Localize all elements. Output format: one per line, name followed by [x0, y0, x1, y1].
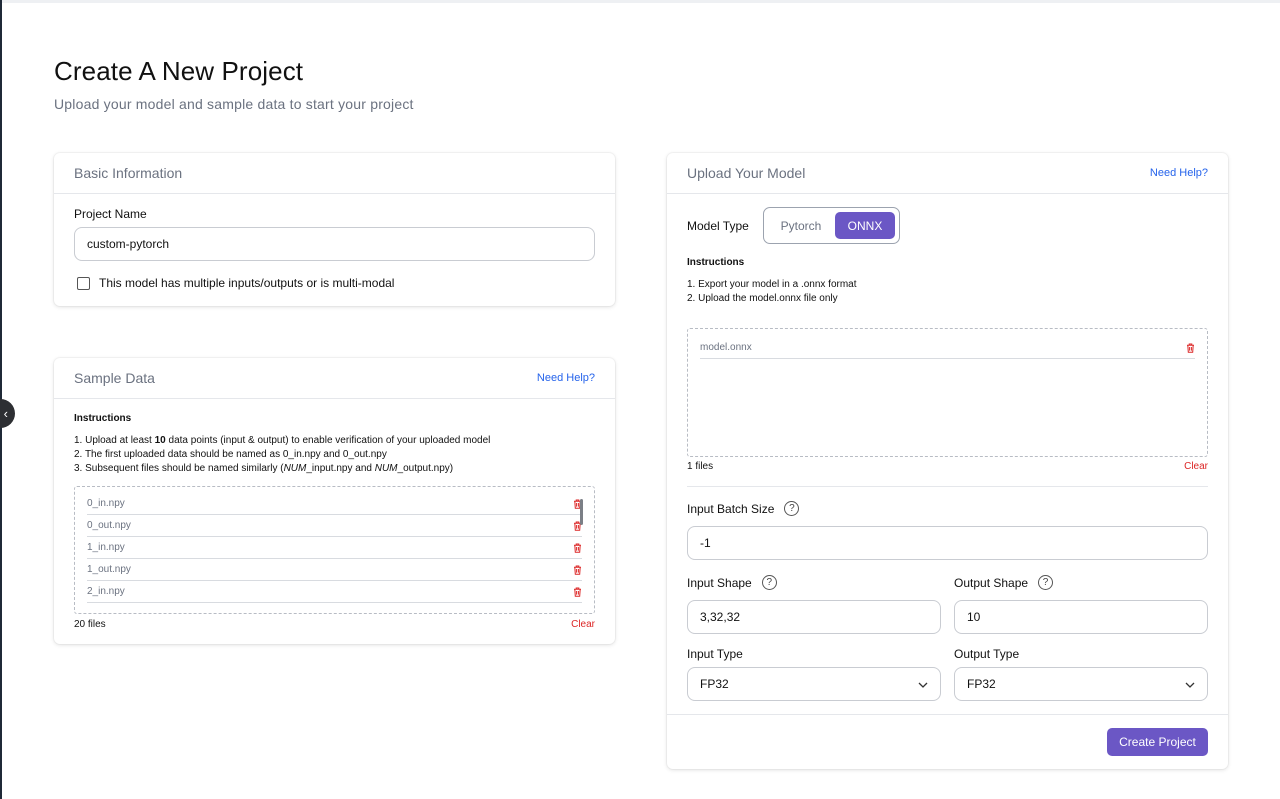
file-row: 0_out.npy: [87, 515, 582, 537]
output-shape-input[interactable]: 10: [954, 600, 1208, 634]
file-name: model.onnx: [700, 342, 752, 353]
multi-modal-row[interactable]: This model has multiple inputs/outputs o…: [77, 276, 394, 290]
input-batch-size-label-row: Input Batch Size ?: [687, 501, 800, 516]
file-name: 1_in.npy: [87, 542, 125, 553]
page-title: Create A New Project: [54, 56, 304, 86]
window-top-edge: [0, 0, 1280, 3]
card-title: Sample Data: [74, 370, 155, 386]
chevron-down-icon: [1185, 677, 1195, 691]
output-shape-value: 10: [967, 610, 981, 624]
instructions-title: Instructions: [687, 257, 745, 268]
input-shape-value: 3,32,32: [700, 610, 741, 624]
trash-icon[interactable]: [573, 543, 582, 553]
output-type-value: FP32: [967, 677, 996, 691]
files-count: 1 files: [687, 461, 714, 472]
help-icon[interactable]: ?: [784, 501, 800, 516]
page-subtitle: Upload your model and sample data to sta…: [54, 96, 414, 112]
need-help-link[interactable]: Need Help?: [1150, 167, 1208, 179]
instruction-line: 1. Export your model in a .onnx format: [687, 279, 857, 290]
footer-divider: [667, 714, 1228, 715]
input-shape-label-row: Input Shape ?: [687, 575, 777, 590]
input-shape-input[interactable]: 3,32,32: [687, 600, 941, 634]
basic-information-card: Basic Information Project Name custom-py…: [54, 153, 615, 306]
instructions-title: Instructions: [74, 413, 132, 424]
card-header: Basic Information: [54, 153, 615, 194]
chevron-down-icon: [918, 677, 928, 691]
instruction-line: 1. Upload at least 10 data points (input…: [74, 435, 491, 446]
scrollbar-thumb[interactable]: [580, 499, 583, 525]
model-type-option-onnx[interactable]: ONNX: [835, 212, 895, 239]
divider: [687, 486, 1208, 487]
file-row: model.onnx: [700, 337, 1195, 359]
input-type-label: Input Type: [687, 647, 743, 661]
instruction-line: 3. Subsequent files should be named simi…: [74, 463, 454, 474]
model-type-option-pytorch[interactable]: Pytorch: [767, 212, 835, 239]
file-row: 2_in.npy: [87, 581, 582, 603]
trash-icon[interactable]: [573, 565, 582, 575]
input-batch-size-value: -1: [700, 536, 711, 550]
input-type-value: FP32: [700, 677, 729, 691]
model-type-toggle: Pytorch ONNX: [763, 207, 900, 244]
chevron-left-icon: ‹: [3, 406, 8, 421]
trash-icon[interactable]: [573, 587, 582, 597]
input-batch-size-label: Input Batch Size: [687, 501, 775, 516]
file-name: 1_out.npy: [87, 564, 131, 575]
instructions-list: 1. Export your model in a .onnx format 2…: [687, 278, 857, 306]
instructions-list: 1. Upload at least 10 data points (input…: [74, 434, 490, 476]
file-name: 0_out.npy: [87, 520, 131, 531]
multi-modal-checkbox[interactable]: [77, 276, 90, 290]
upload-model-card: Upload Your Model Need Help? Model Type …: [667, 153, 1228, 769]
clear-files-button[interactable]: Clear: [1184, 461, 1208, 472]
files-count: 20 files: [74, 619, 106, 630]
file-row: 1_in.npy: [87, 537, 582, 559]
output-shape-label: Output Shape: [954, 575, 1029, 590]
help-icon[interactable]: ?: [761, 575, 777, 590]
card-title: Upload Your Model: [687, 165, 806, 181]
card-title: Basic Information: [74, 165, 183, 181]
project-name-input[interactable]: custom-pytorch: [74, 227, 595, 261]
output-type-select[interactable]: FP32: [954, 667, 1208, 701]
project-name-value: custom-pytorch: [87, 237, 170, 251]
instruction-line: 2. The first uploaded data should be nam…: [74, 449, 387, 460]
create-project-button[interactable]: Create Project: [1107, 728, 1208, 756]
model-type-label: Model Type: [687, 219, 749, 233]
file-row: 0_in.npy: [87, 493, 582, 515]
instruction-line: 2. Upload the model.onnx file only: [687, 293, 838, 304]
clear-files-button[interactable]: Clear: [571, 619, 595, 630]
output-type-label: Output Type: [954, 647, 1020, 661]
input-batch-size-input[interactable]: -1: [687, 526, 1208, 560]
sample-data-dropzone[interactable]: 0_in.npy 0_out.npy 1_in.npy 1_out.npy 2_…: [74, 486, 595, 614]
output-shape-label-row: Output Shape ?: [954, 575, 1054, 590]
multi-modal-checkbox-label: This model has multiple inputs/outputs o…: [99, 276, 395, 290]
trash-icon[interactable]: [1186, 343, 1195, 353]
input-shape-label: Input Shape: [687, 575, 752, 590]
project-name-label: Project Name: [74, 207, 147, 221]
card-header: Sample Data Need Help?: [54, 358, 615, 399]
input-type-select[interactable]: FP32: [687, 667, 941, 701]
file-row: 1_out.npy: [87, 559, 582, 581]
sidebar-toggle-button[interactable]: ‹: [0, 399, 15, 428]
help-icon[interactable]: ?: [1038, 575, 1054, 590]
card-header: Upload Your Model Need Help?: [667, 153, 1228, 194]
model-dropzone[interactable]: model.onnx: [687, 328, 1208, 457]
file-name: 0_in.npy: [87, 498, 125, 509]
need-help-link[interactable]: Need Help?: [537, 372, 595, 384]
sample-data-card: Sample Data Need Help? Instructions 1. U…: [54, 358, 615, 644]
file-name: 2_in.npy: [87, 586, 125, 597]
